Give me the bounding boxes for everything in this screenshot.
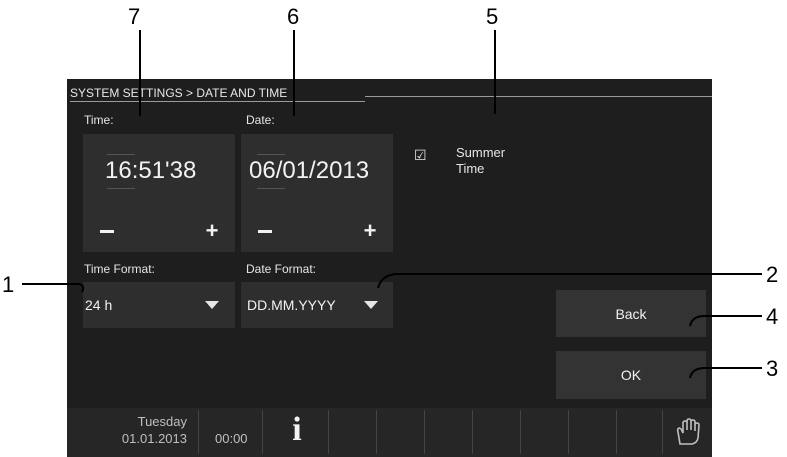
callout-4: 4	[766, 304, 779, 329]
callout-2: 2	[766, 262, 779, 287]
callout-3: 3	[766, 356, 779, 381]
callout-connectors	[79, 273, 762, 379]
